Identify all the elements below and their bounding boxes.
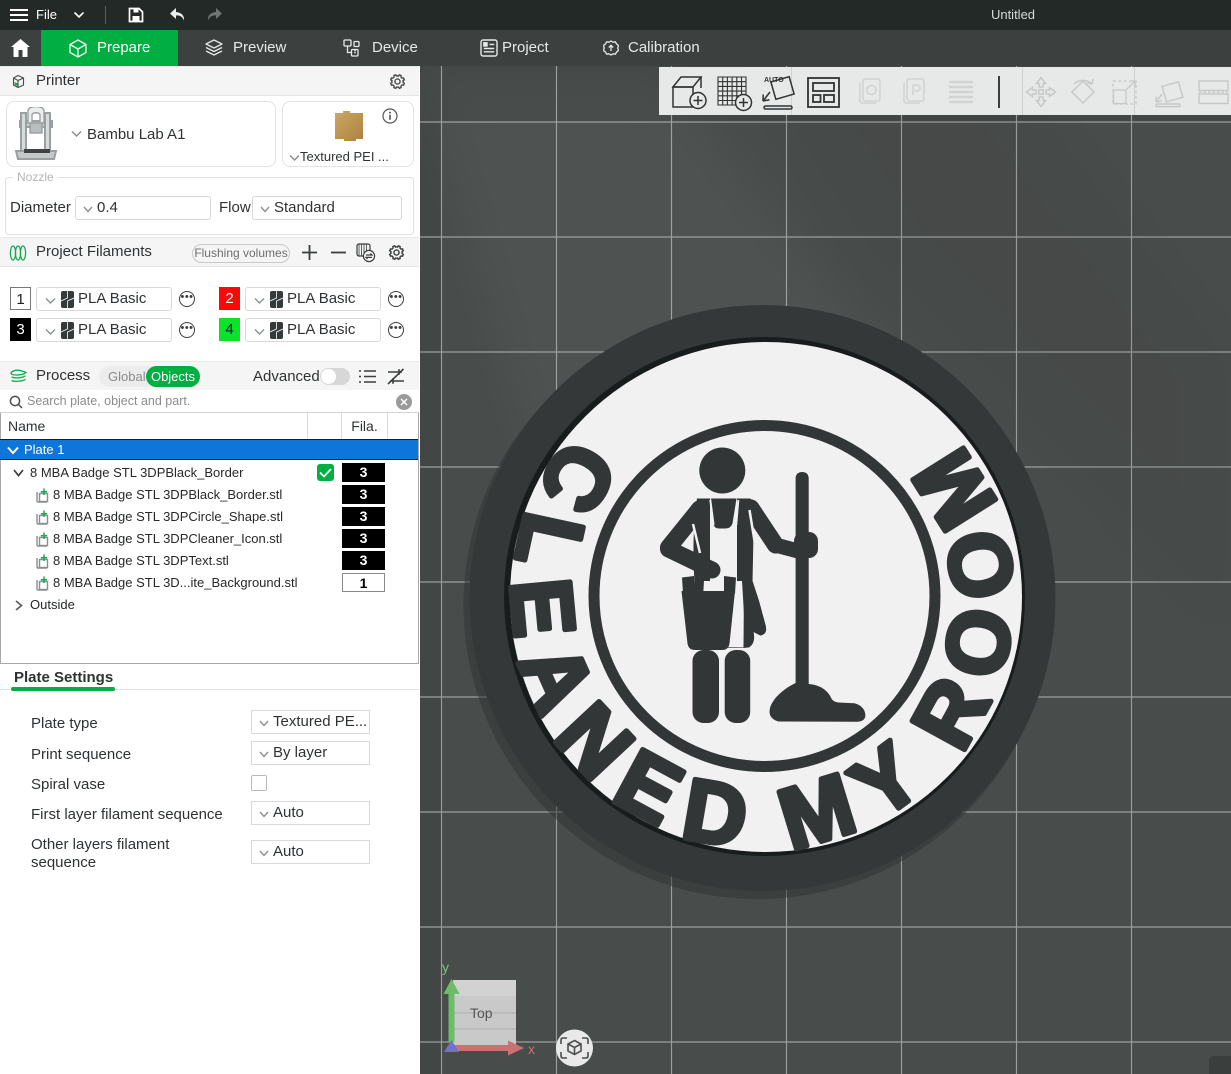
svg-text:y: y <box>442 959 449 975</box>
svg-text:Top: Top <box>470 1005 493 1021</box>
svg-text:x: x <box>528 1041 535 1057</box>
